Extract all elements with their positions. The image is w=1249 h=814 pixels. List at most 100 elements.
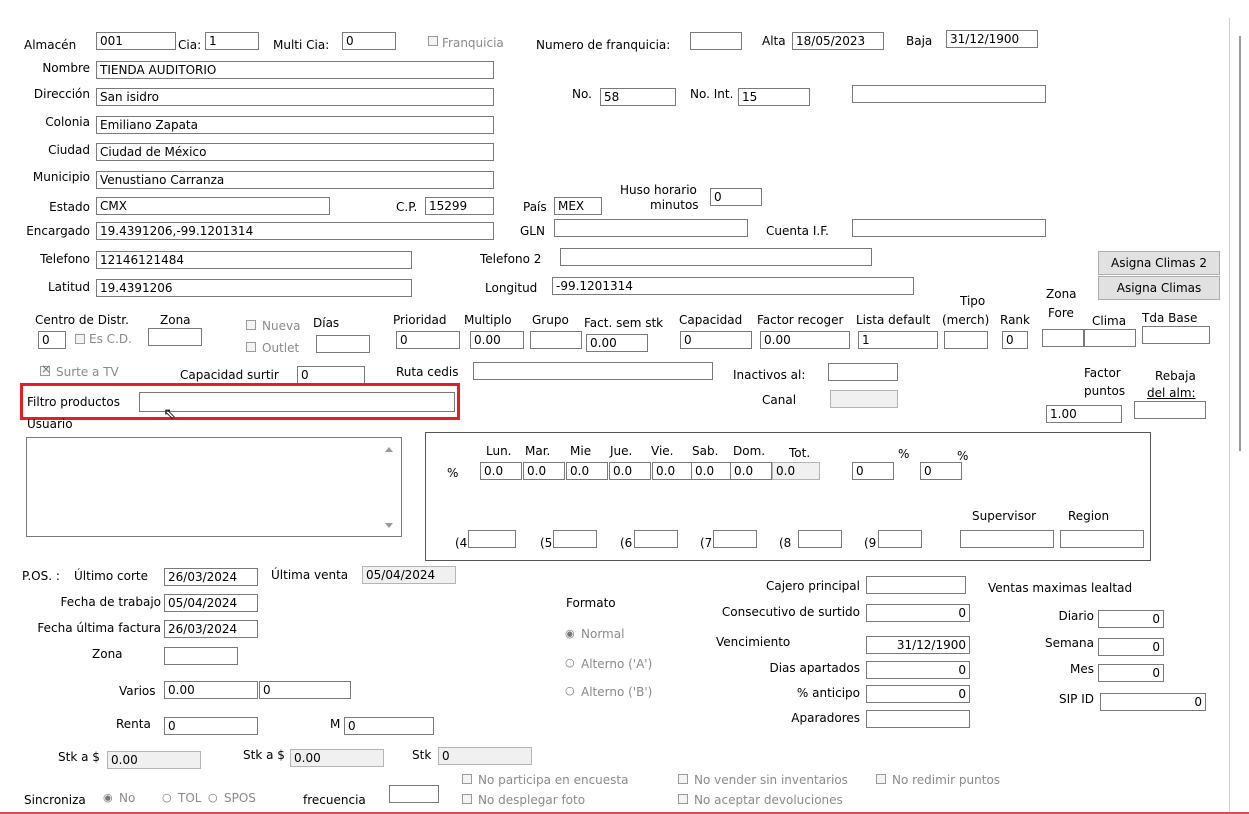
m-input[interactable]: 0 <box>344 717 434 735</box>
no-input[interactable]: 58 <box>600 88 676 106</box>
day-input-mie[interactable]: 0.0 <box>566 462 608 480</box>
formato-radio-alterno-b[interactable]: ○ <box>565 684 575 698</box>
gln-input[interactable] <box>554 219 748 237</box>
scroll-down-icon[interactable] <box>385 523 393 528</box>
capacidad-input[interactable]: 0 <box>680 331 752 349</box>
telefono2-input[interactable] <box>560 248 872 266</box>
factrec-input[interactable]: 0.00 <box>760 331 850 349</box>
no-devol-checkbox[interactable] <box>678 794 688 804</box>
ultimo-corte-input[interactable]: 26/03/2024 <box>164 568 258 586</box>
day-input-lun[interactable]: 0.0 <box>480 462 522 480</box>
franquicia-checkbox[interactable] <box>428 36 438 46</box>
usuario-textarea[interactable] <box>26 437 402 537</box>
semana-input[interactable]: 0 <box>1098 638 1164 656</box>
day-input-jue[interactable]: 0.0 <box>609 462 651 480</box>
pos-zona-input[interactable] <box>164 647 238 665</box>
longitud-input[interactable]: -99.1201314 <box>552 277 914 295</box>
grupo-input[interactable] <box>530 331 582 349</box>
day-input-sab[interactable]: 0.0 <box>691 462 733 480</box>
vencimiento-input[interactable]: 31/12/1900 <box>866 636 970 654</box>
dias-apartados-input[interactable]: 0 <box>866 661 970 679</box>
renta-input[interactable]: 0 <box>164 717 258 735</box>
sinc-radio-tol[interactable]: ○ <box>162 791 172 805</box>
telefono-input[interactable]: 12146121484 <box>96 251 412 269</box>
canal-input[interactable] <box>830 390 898 408</box>
day-input-dom[interactable]: 0.0 <box>730 462 772 480</box>
no-encuesta-checkbox[interactable] <box>462 774 472 784</box>
direccion-extra-input[interactable] <box>852 85 1046 103</box>
baja-input[interactable]: 31/12/1900 <box>946 30 1038 48</box>
multicia-input[interactable]: 0 <box>342 32 396 50</box>
noint-input[interactable]: 15 <box>738 88 810 106</box>
dias-input[interactable] <box>316 335 370 353</box>
sinc-radio-no[interactable]: ◉ <box>103 791 113 805</box>
nueva-checkbox[interactable] <box>246 320 256 330</box>
outlet-checkbox[interactable] <box>246 342 256 352</box>
frecuencia-input[interactable] <box>389 785 439 803</box>
colonia-input[interactable]: Emiliano Zapata <box>96 116 494 134</box>
num-franquicia-input[interactable] <box>690 32 742 50</box>
alta-input[interactable]: 18/05/2023 <box>792 32 884 50</box>
rank-input[interactable]: 0 <box>1002 331 1028 349</box>
p6-input[interactable] <box>634 530 678 548</box>
scroll-up-icon[interactable] <box>385 447 393 452</box>
fecha-factura-input[interactable]: 26/03/2024 <box>164 620 258 638</box>
ciudad-input[interactable]: Ciudad de México <box>96 143 494 161</box>
consecutivo-input[interactable]: 0 <box>866 604 970 622</box>
almacen-input[interactable]: 001 <box>96 32 176 50</box>
mes-input[interactable]: 0 <box>1098 664 1164 682</box>
asigna-climas-2-button[interactable]: Asigna Climas 2 <box>1098 251 1220 275</box>
p8-input[interactable] <box>798 530 842 548</box>
formato-radio-alterno-a[interactable]: ○ <box>565 656 575 670</box>
varios-input-2[interactable]: 0 <box>259 681 351 699</box>
zona-input[interactable] <box>148 328 202 346</box>
cajero-input[interactable] <box>866 576 966 594</box>
anticipo-input[interactable]: 0 <box>866 685 970 703</box>
huso-input[interactable]: 0 <box>710 188 762 206</box>
prioridad-input[interactable]: 0 <box>396 331 460 349</box>
pais-input[interactable]: MEX <box>554 197 602 215</box>
diario-input[interactable]: 0 <box>1098 610 1164 628</box>
p4-input[interactable] <box>468 530 516 548</box>
estado-input[interactable]: CMX <box>96 197 330 215</box>
encargado-input[interactable]: 19.4391206,-99.1201314 <box>96 222 494 240</box>
zonafore-input[interactable] <box>1042 329 1084 347</box>
formato-radio-normal[interactable]: ◉ <box>565 627 575 641</box>
sipid-input[interactable]: 0 <box>1100 693 1206 711</box>
day-input-mar[interactable]: 0.0 <box>523 462 565 480</box>
cuentaif-input[interactable] <box>852 219 1046 237</box>
asigna-climas-button[interactable]: Asigna Climas <box>1098 276 1220 300</box>
p7-input[interactable] <box>713 530 757 548</box>
varios-input-1[interactable]: 0.00 <box>164 681 258 699</box>
listadef-input[interactable]: 1 <box>858 331 938 349</box>
surte-tv-checkbox[interactable] <box>40 362 51 376</box>
multiplo-input[interactable]: 0.00 <box>470 331 524 349</box>
tdabase-input[interactable] <box>1142 326 1210 344</box>
no-foto-checkbox[interactable] <box>462 794 472 804</box>
p9-input[interactable] <box>878 530 922 548</box>
day-input-vie[interactable]: 0.0 <box>652 462 694 480</box>
factsem-input[interactable]: 0.00 <box>586 334 648 352</box>
aparadores-input[interactable] <box>866 710 970 728</box>
sinc-radio-spos[interactable]: ○ <box>208 791 218 805</box>
fecha-trabajo-input[interactable]: 05/04/2024 <box>164 594 258 612</box>
no-vender-checkbox[interactable] <box>678 774 688 784</box>
cia-input[interactable]: 1 <box>205 32 259 50</box>
vertical-scrollbar[interactable] <box>1239 36 1241 451</box>
inactivos-input[interactable] <box>828 363 898 381</box>
cp-input[interactable]: 15299 <box>425 197 494 215</box>
pct2-input[interactable]: 0 <box>920 462 962 480</box>
pct1-input[interactable]: 0 <box>852 462 894 480</box>
rutacedis-input[interactable] <box>473 362 713 380</box>
no-redimir-checkbox[interactable] <box>876 774 886 784</box>
p5-input[interactable] <box>553 530 597 548</box>
centro-distr-input[interactable]: 0 <box>38 331 66 349</box>
direccion-input[interactable]: San isidro <box>96 88 494 106</box>
rebaja-input[interactable] <box>1134 401 1206 419</box>
clima-input[interactable] <box>1084 329 1136 347</box>
region-input[interactable] <box>1060 530 1144 548</box>
supervisor-input[interactable] <box>960 530 1054 548</box>
factorpuntos-input[interactable]: 1.00 <box>1046 405 1122 423</box>
municipio-input[interactable]: Venustiano Carranza <box>96 171 494 189</box>
capsurtir-input[interactable]: 0 <box>297 366 365 384</box>
